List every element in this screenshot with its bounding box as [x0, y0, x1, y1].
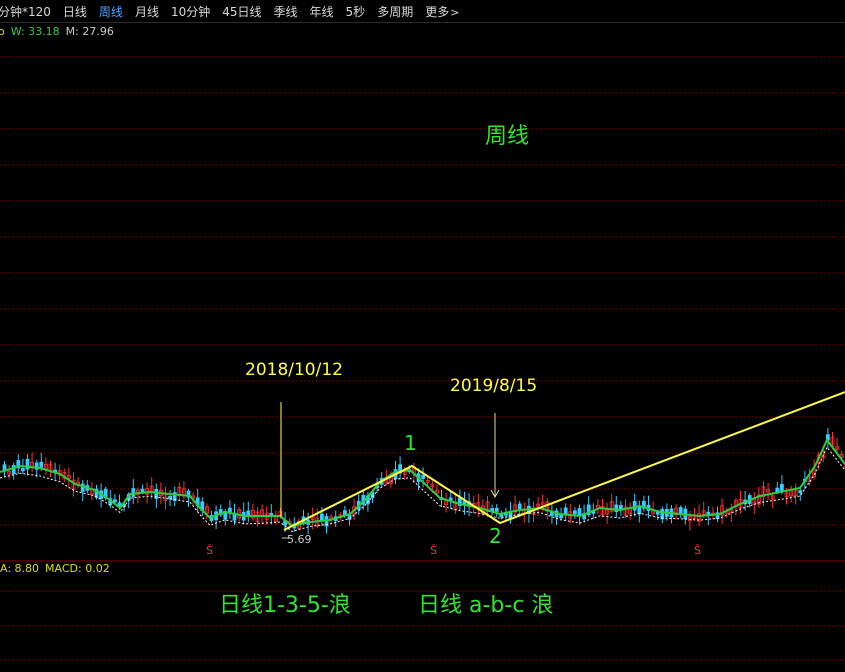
annotation-lines — [280, 391, 845, 539]
candle-body — [798, 490, 803, 494]
date-label-1: 2018/10/12 — [245, 360, 343, 380]
candle-body — [559, 514, 563, 519]
candle-body — [20, 468, 25, 472]
signal-marker-1: Ŝ — [206, 544, 213, 557]
tab-minute-120[interactable]: 分钟*120 — [0, 3, 57, 20]
sub-indicator-prefix: A: 8.80 — [0, 562, 40, 575]
chart-canvas[interactable] — [0, 0, 845, 672]
indicator-prefix: o — [0, 25, 5, 38]
grid-lines — [0, 56, 845, 661]
candle-body — [39, 461, 44, 468]
indicator-macd: MACD: 0.02 — [45, 562, 110, 575]
wave-label-1: 1 — [404, 431, 417, 455]
candle-body — [577, 508, 582, 516]
candle-body — [494, 507, 499, 512]
tab-more-label: 更多 — [425, 4, 450, 19]
ma-dashed-line — [0, 446, 845, 532]
tab-weekly[interactable]: 周线 — [93, 3, 129, 20]
candle-body — [246, 510, 251, 516]
candle-body — [660, 508, 665, 520]
tab-10-minute[interactable]: 10分钟 — [165, 3, 216, 20]
date-label-2: 2019/8/15 — [450, 376, 538, 396]
period-toolbar: 分钟*120 日线 周线 月线 10分钟 45日线 季线 年线 5秒 多周期 更… — [0, 0, 845, 23]
daily-wave-abc-label: 日线 a-b-c 浪 — [418, 593, 554, 618]
candle-body — [619, 505, 623, 510]
tab-quarterly[interactable]: 季线 — [268, 3, 304, 20]
candle-body — [421, 474, 426, 479]
tab-5-second[interactable]: 5秒 — [340, 3, 372, 20]
chevron-right-icon: > — [450, 5, 460, 19]
low-price-label: 5.69 — [287, 533, 312, 546]
tab-monthly[interactable]: 月线 — [129, 3, 165, 20]
tab-more[interactable]: 更多> — [419, 3, 465, 20]
signal-marker-3: Ŝ — [694, 544, 701, 557]
sub-indicator-readout: A: 8.80 MACD: 0.02 — [0, 562, 116, 575]
indicator-m: M: 27.96 — [65, 25, 114, 38]
tab-multi-period[interactable]: 多周期 — [371, 3, 419, 20]
candle-body — [573, 510, 577, 515]
signal-marker-2: Ŝ — [430, 544, 437, 557]
wave-label-2: 2 — [489, 524, 502, 548]
main-indicator-readout: o W: 33.18 M: 27.96 — [0, 25, 120, 38]
tab-yearly[interactable]: 年线 — [304, 3, 340, 20]
period-title: 周线 — [485, 124, 530, 149]
tab-daily[interactable]: 日线 — [57, 3, 93, 20]
daily-wave-135-label: 日线1-3-5-浪 — [219, 593, 351, 618]
indicator-w: W: 33.18 — [10, 25, 60, 38]
tab-45-day[interactable]: 45日线 — [216, 3, 267, 20]
candle-body — [131, 488, 136, 497]
candle-body — [632, 500, 637, 511]
candle-body — [140, 488, 145, 493]
